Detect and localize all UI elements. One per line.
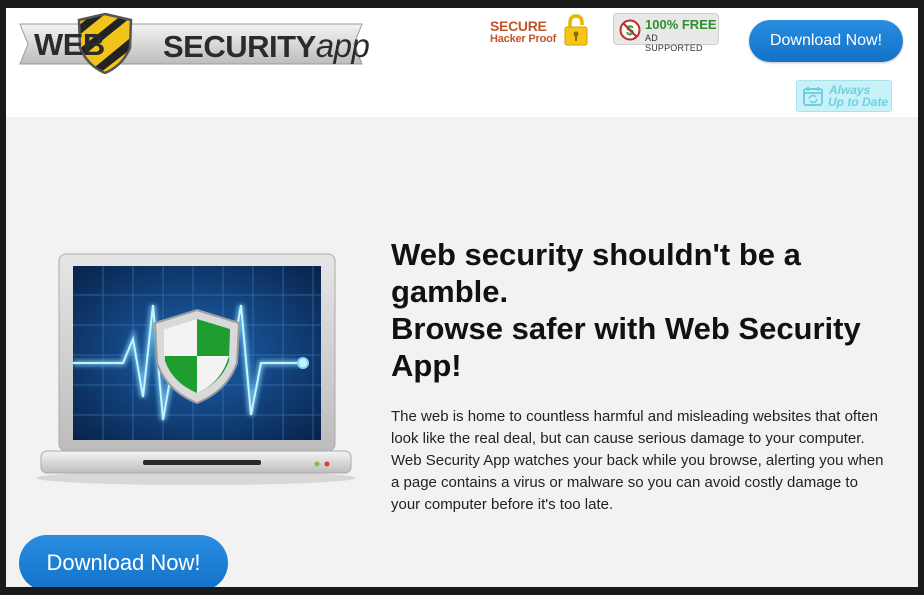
- headline-line-1: Web security shouldn't be a gamble.: [391, 237, 801, 309]
- secure-badge-subtitle: Hacker Proof: [490, 33, 557, 45]
- page-header: WEB SECURITYapp SECURE Hacker Proof $ 10…: [6, 8, 918, 117]
- main-headline: Web security shouldn't be a gamble. Brow…: [391, 236, 911, 384]
- up-to-date-line2: Up to Date: [828, 95, 888, 109]
- no-dollar-icon: $: [619, 19, 641, 41]
- free-badge-subtitle: AD SUPPORTED: [645, 33, 703, 53]
- calendar-refresh-icon: [803, 87, 823, 106]
- download-button-main[interactable]: Download Now!: [19, 535, 228, 587]
- headline-line-2: Browse safer with Web Security App!: [391, 311, 861, 383]
- download-button-header[interactable]: Download Now!: [749, 20, 903, 62]
- logo-word-app: app: [315, 27, 370, 64]
- logo-word-web: WEB: [34, 27, 105, 62]
- logo-word-security-text: SECURITY: [163, 29, 316, 64]
- free-badge-title: 100% FREE: [645, 17, 717, 32]
- description-paragraph: The web is home to countless harmful and…: [391, 408, 884, 513]
- landing-page: WEB SECURITYapp SECURE Hacker Proof $ 10…: [6, 8, 918, 587]
- laptop-shield-illustration: [31, 245, 361, 485]
- up-to-date-badge: Always Up to Date: [796, 80, 892, 112]
- free-badge: $ 100% FREE AD SUPPORTED: [613, 13, 719, 53]
- secure-badge: SECURE Hacker Proof: [487, 12, 592, 50]
- secure-badge-title: SECURE: [490, 18, 547, 34]
- logo-word-security: SECURITYapp: [163, 27, 370, 65]
- site-logo[interactable]: WEB SECURITYapp: [18, 10, 370, 75]
- padlock-icon: [564, 14, 588, 46]
- laptop-shield-icon: [36, 253, 356, 485]
